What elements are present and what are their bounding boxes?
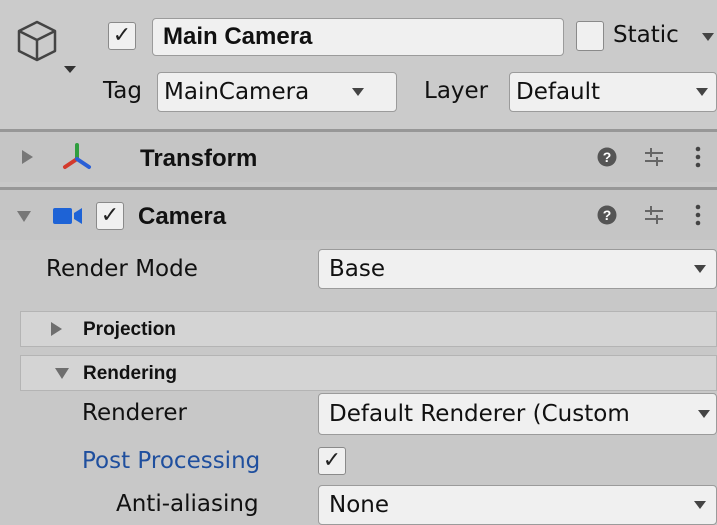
fold-arrow-down-icon[interactable] — [55, 368, 69, 379]
cube-icon — [17, 20, 76, 73]
fold-arrow-down-icon[interactable] — [17, 211, 31, 222]
fold-arrow-right-icon[interactable] — [51, 322, 62, 336]
checkmark-icon: ✓ — [322, 448, 342, 473]
tag-label: Tag — [103, 78, 142, 104]
chevron-down-icon — [698, 410, 710, 418]
static-label[interactable]: Static — [613, 22, 679, 48]
camera-title: Camera — [138, 203, 227, 230]
help-icon[interactable]: ? — [597, 147, 617, 167]
transform-component-header[interactable]: Transform ? — [0, 132, 717, 182]
preset-sliders-icon[interactable] — [643, 146, 665, 168]
name-value: Main Camera — [163, 23, 313, 50]
more-options-icon[interactable] — [694, 145, 702, 169]
post-processing-checkbox[interactable]: ✓ — [318, 447, 346, 475]
svg-text:?: ? — [603, 149, 612, 165]
tag-dropdown[interactable]: MainCamera — [157, 72, 397, 112]
tag-value: MainCamera — [164, 79, 310, 105]
help-icon[interactable]: ? — [597, 205, 617, 225]
layer-dropdown[interactable]: Default — [509, 72, 717, 112]
chevron-down-icon — [352, 88, 364, 96]
anti-aliasing-value: None — [329, 492, 390, 518]
projection-foldout[interactable]: Projection — [20, 311, 717, 347]
svg-text:?: ? — [603, 207, 612, 223]
static-dropdown-arrow-icon[interactable] — [702, 33, 714, 41]
gameobject-icon-button[interactable] — [14, 14, 84, 84]
renderer-dropdown[interactable]: Default Renderer (Custom — [318, 393, 717, 435]
chevron-down-icon — [694, 265, 706, 273]
camera-enabled-checkbox[interactable]: ✓ — [96, 202, 124, 230]
camera-icon — [53, 208, 82, 224]
transform-axes-icon — [63, 143, 91, 169]
renderer-value: Default Renderer (Custom — [329, 401, 630, 427]
rendering-title: Rendering — [83, 363, 177, 384]
layer-value: Default — [516, 79, 601, 105]
layer-label: Layer — [424, 78, 489, 104]
render-mode-label: Render Mode — [46, 256, 198, 282]
camera-component-header[interactable]: ✓ Camera ? — [0, 190, 717, 240]
preset-sliders-icon[interactable] — [643, 204, 665, 226]
checkmark-icon: ✓ — [112, 23, 132, 48]
more-options-icon[interactable] — [694, 203, 702, 227]
anti-aliasing-label: Anti-aliasing — [116, 491, 259, 517]
static-checkbox[interactable] — [576, 21, 604, 51]
projection-title: Projection — [83, 319, 176, 340]
chevron-down-icon — [694, 501, 706, 509]
checkmark-icon: ✓ — [100, 203, 120, 228]
post-processing-label: Post Processing — [82, 448, 261, 474]
render-mode-value: Base — [329, 256, 386, 282]
name-field[interactable]: Main Camera — [152, 18, 564, 56]
inspector-header: ✓ Main Camera Static Tag MainCamera Laye… — [0, 0, 717, 130]
anti-aliasing-dropdown[interactable]: None — [318, 485, 717, 525]
renderer-label: Renderer — [82, 400, 187, 426]
chevron-down-icon — [696, 88, 708, 96]
rendering-foldout[interactable]: Rendering — [20, 355, 717, 391]
active-checkbox[interactable]: ✓ — [108, 22, 136, 50]
render-mode-dropdown[interactable]: Base — [318, 249, 717, 289]
transform-title: Transform — [140, 145, 258, 172]
fold-arrow-right-icon[interactable] — [22, 150, 33, 164]
